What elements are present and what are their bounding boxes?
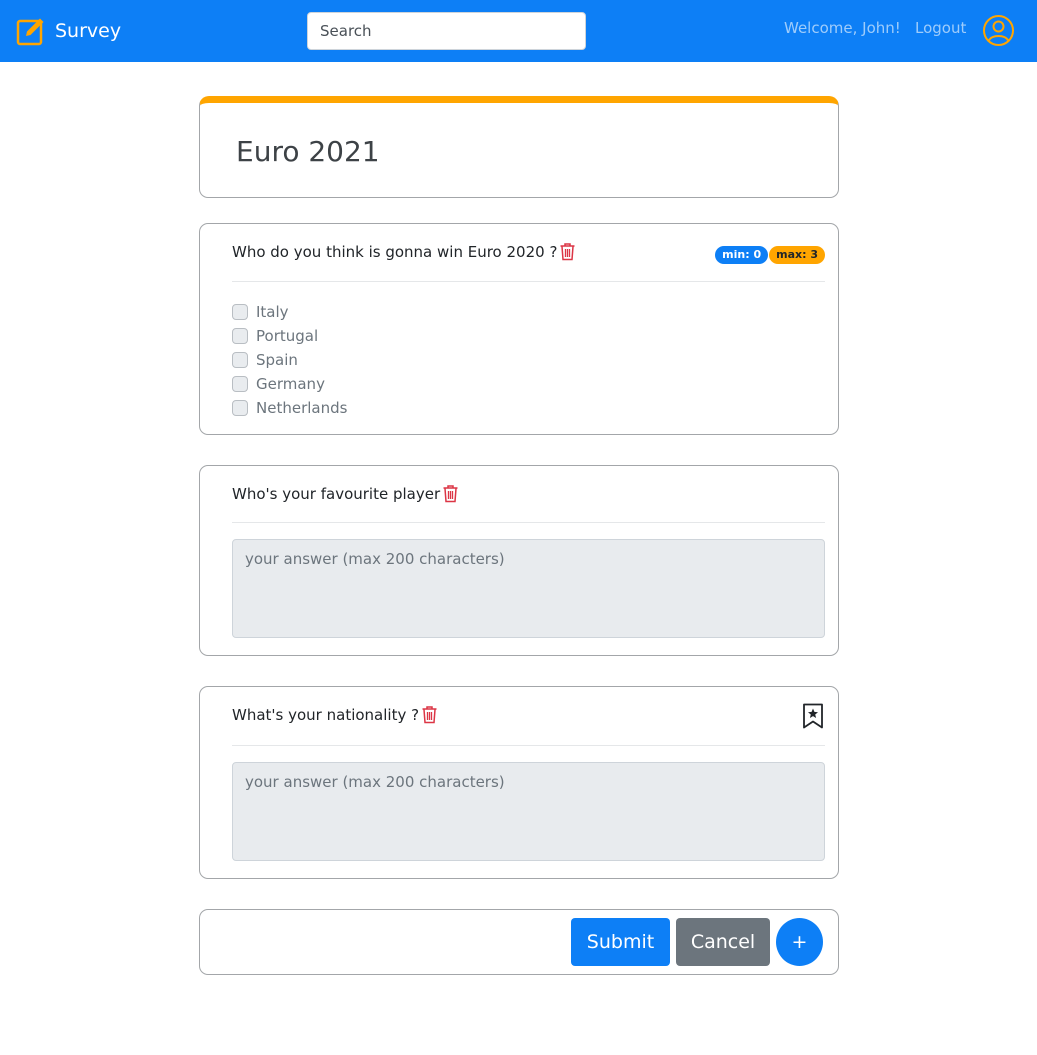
divider <box>232 745 825 746</box>
checkbox[interactable] <box>232 304 248 320</box>
navbar: Survey Welcome, John! Logout <box>0 0 1037 62</box>
question-header: What's your nationality ? <box>232 705 825 724</box>
question-card-1: Who do you think is gonna win Euro 2020 … <box>199 223 839 435</box>
option-netherlands[interactable]: Netherlands <box>232 396 347 420</box>
trash-icon[interactable] <box>420 705 439 724</box>
question-card-3: What's your nationality ? <box>199 686 839 879</box>
question-text: Who do you think is gonna win Euro 2020 … <box>232 242 558 261</box>
min-badge: min: 0 <box>715 246 769 264</box>
answer-textarea[interactable] <box>232 539 825 638</box>
logout-link[interactable]: Logout <box>915 19 966 37</box>
edit-square-icon <box>16 18 44 46</box>
add-question-button[interactable]: + <box>776 918 823 966</box>
brand-link[interactable]: Survey <box>16 15 121 47</box>
max-badge: max: 3 <box>769 246 825 264</box>
option-portugal[interactable]: Portugal <box>232 324 347 348</box>
checkbox[interactable] <box>232 376 248 392</box>
option-spain[interactable]: Spain <box>232 348 347 372</box>
cancel-button[interactable]: Cancel <box>676 918 770 966</box>
checkbox[interactable] <box>232 328 248 344</box>
bookmark-star-icon[interactable] <box>802 703 824 729</box>
option-label: Spain <box>256 351 298 369</box>
survey-title: Euro 2021 <box>236 135 380 168</box>
option-label: Italy <box>256 303 289 321</box>
search-input[interactable] <box>307 12 586 50</box>
checkbox[interactable] <box>232 400 248 416</box>
question-text: What's your nationality ? <box>232 705 420 724</box>
min-max-badges: min: 0 max: 3 <box>715 246 825 264</box>
option-italy[interactable]: Italy <box>232 300 347 324</box>
submit-button[interactable]: Submit <box>571 918 670 966</box>
user-circle-icon[interactable] <box>982 14 1015 47</box>
trash-icon[interactable] <box>558 242 577 261</box>
survey-title-card: Euro 2021 <box>199 96 839 198</box>
brand-name: Survey <box>55 20 122 42</box>
question-text: Who's your favourite player <box>232 484 441 503</box>
question-header: Who's your favourite player <box>232 484 825 503</box>
checkbox[interactable] <box>232 352 248 368</box>
welcome-text: Welcome, John! <box>784 19 901 37</box>
option-germany[interactable]: Germany <box>232 372 347 396</box>
actions-card: Submit Cancel + <box>199 909 839 975</box>
option-label: Netherlands <box>256 399 348 417</box>
option-label: Germany <box>256 375 325 393</box>
answer-textarea[interactable] <box>232 762 825 861</box>
divider <box>232 522 825 523</box>
divider <box>232 281 825 282</box>
trash-icon[interactable] <box>441 484 460 503</box>
options-list: Italy Portugal Spain Germany Netherlands <box>232 300 347 420</box>
option-label: Portugal <box>256 327 319 345</box>
question-card-2: Who's your favourite player <box>199 465 839 656</box>
